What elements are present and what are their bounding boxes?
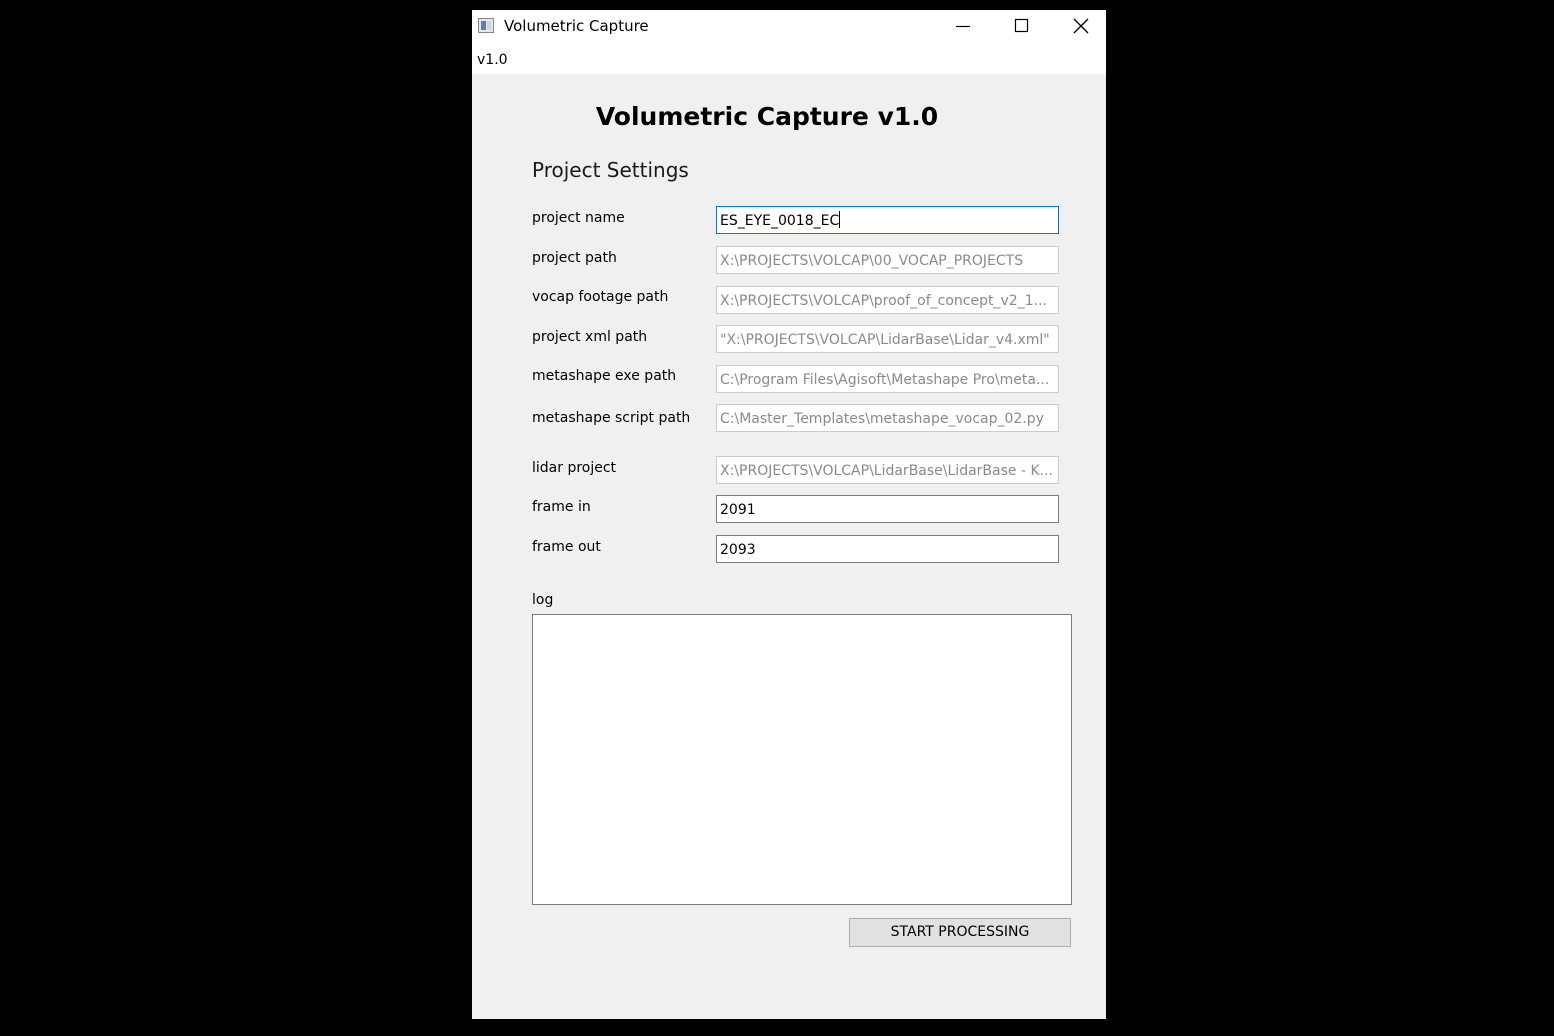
maximize-icon xyxy=(1014,18,1029,33)
project-xml-path-input[interactable]: "X:\PROJECTS\VOLCAP\LidarBase\Lidar_v4.x… xyxy=(716,325,1059,353)
maximize-button[interactable] xyxy=(992,10,1050,44)
vocap-footage-path-input[interactable]: X:\PROJECTS\VOLCAP\proof_of_concept_v2_1… xyxy=(716,286,1059,314)
title-bar[interactable]: Volumetric Capture xyxy=(472,10,1106,44)
label-vocap-footage-path: vocap footage path xyxy=(532,289,669,305)
label-frame-in: frame in xyxy=(532,499,591,515)
metashape-script-path-input[interactable]: C:\Master_Templates\metashape_vocap_02.p… xyxy=(716,404,1059,432)
lidar-project-input[interactable]: X:\PROJECTS\VOLCAP\LidarBase\LidarBase -… xyxy=(716,456,1059,484)
app-heading: Volumetric Capture v1.0 xyxy=(595,102,939,131)
app-icon xyxy=(478,18,494,33)
app-window: Volumetric Capture v1.0 Volumetric Captu… xyxy=(472,10,1106,1019)
label-project-name: project name xyxy=(532,210,625,226)
text-caret xyxy=(839,211,841,228)
menu-bar: v1.0 xyxy=(472,44,1106,74)
minimize-icon xyxy=(956,25,970,28)
label-lidar-project: lidar project xyxy=(532,460,617,476)
log-textarea[interactable] xyxy=(532,614,1072,905)
close-button[interactable] xyxy=(1050,10,1108,44)
label-project-path: project path xyxy=(532,250,617,266)
window-title: Volumetric Capture xyxy=(504,17,649,35)
menu-item-version[interactable]: v1.0 xyxy=(477,52,508,68)
label-metashape-exe-path: metashape exe path xyxy=(532,368,677,384)
start-processing-button[interactable]: START PROCESSING xyxy=(849,918,1071,947)
frame-in-input[interactable]: 2091 xyxy=(716,495,1059,523)
label-project-xml-path: project xml path xyxy=(532,329,648,345)
section-title-project-settings: Project Settings xyxy=(532,158,689,182)
log-label: log xyxy=(532,592,554,608)
label-frame-out: frame out xyxy=(532,539,601,555)
close-icon xyxy=(1073,18,1089,34)
label-metashape-script-path: metashape script path xyxy=(532,410,691,426)
project-path-input[interactable]: X:\PROJECTS\VOLCAP\00_VOCAP_PROJECTS xyxy=(716,246,1059,274)
metashape-exe-path-input[interactable]: C:\Program Files\Agisoft\Metashape Pro\m… xyxy=(716,365,1059,393)
minimize-button[interactable] xyxy=(933,10,991,44)
frame-out-input[interactable]: 2093 xyxy=(716,535,1059,563)
project-name-input[interactable]: ES_EYE_0018_EC xyxy=(716,206,1059,234)
project-name-value: ES_EYE_0018_EC xyxy=(720,213,840,229)
